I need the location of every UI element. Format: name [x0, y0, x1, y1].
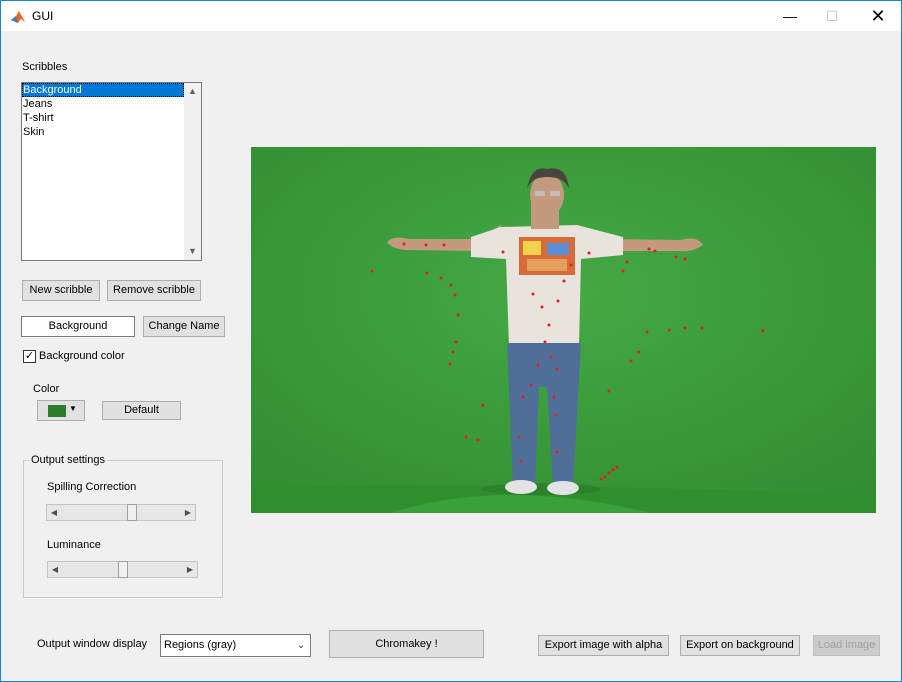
background-color-checkbox[interactable]: ✓ — [23, 350, 36, 363]
close-button[interactable]: ✕ — [855, 1, 901, 31]
title-bar: GUI — ☐ ✕ — [1, 1, 901, 31]
output-display-value: Regions (gray) — [164, 639, 237, 651]
app-window: GUI — ☐ ✕ Scribbles Background Jeans T-s… — [0, 0, 902, 682]
change-name-button[interactable]: Change Name — [143, 316, 225, 337]
listbox-scrollbar[interactable]: ▲ ▼ — [184, 83, 201, 260]
color-label: Color — [33, 383, 60, 395]
scribble-name-field[interactable]: Background — [21, 316, 135, 337]
default-color-button[interactable]: Default — [102, 401, 181, 420]
arrow-left-icon[interactable]: ◀ — [48, 562, 62, 577]
minimize-button[interactable]: — — [767, 1, 813, 31]
background-color-label: Background color — [39, 350, 125, 362]
scroll-down-icon[interactable]: ▼ — [184, 243, 201, 260]
chevron-down-icon[interactable]: ⌄ — [292, 635, 310, 656]
list-item[interactable]: Background — [22, 83, 184, 97]
export-background-button[interactable]: Export on background — [680, 635, 800, 656]
arrow-right-icon[interactable]: ▶ — [183, 562, 197, 577]
new-scribble-button[interactable]: New scribble — [22, 280, 100, 301]
slider-thumb[interactable] — [127, 504, 137, 521]
scribbles-label: Scribbles — [22, 61, 68, 73]
image-viewer[interactable] — [251, 147, 876, 513]
luminance-label: Luminance — [47, 539, 101, 551]
spilling-correction-slider[interactable]: ◀ ▶ — [46, 504, 196, 521]
spilling-correction-label: Spilling Correction — [47, 481, 137, 493]
chromakey-button[interactable]: Chromakey ! — [329, 630, 484, 658]
scribbles-listbox[interactable]: Background Jeans T-shirt Skin ▲ ▼ — [21, 82, 202, 261]
color-swatch — [48, 405, 66, 417]
chevron-down-icon: ▼ — [69, 404, 77, 413]
output-display-select[interactable]: Regions (gray) ⌄ — [160, 634, 311, 657]
list-item[interactable]: Skin — [22, 125, 184, 139]
remove-scribble-button[interactable]: Remove scribble — [107, 280, 201, 301]
slider-thumb[interactable] — [117, 561, 128, 578]
green-screen-photo — [251, 147, 876, 513]
output-window-display-label: Output window display — [37, 638, 148, 650]
output-settings-title: Output settings — [29, 454, 107, 466]
luminance-slider[interactable]: ◀ ▶ — [47, 561, 198, 578]
list-item[interactable]: Jeans — [22, 97, 184, 111]
scroll-up-icon[interactable]: ▲ — [184, 83, 201, 100]
window-title: GUI — [32, 9, 54, 23]
list-item[interactable]: T-shirt — [22, 111, 184, 125]
export-alpha-button[interactable]: Export image with alpha — [538, 635, 669, 656]
maximize-button[interactable]: ☐ — [809, 1, 855, 31]
color-picker-button[interactable]: ▼ — [37, 400, 85, 421]
arrow-left-icon[interactable]: ◀ — [47, 505, 61, 520]
load-image-button: Load image — [813, 635, 880, 656]
arrow-right-icon[interactable]: ▶ — [181, 505, 195, 520]
matlab-icon — [10, 9, 26, 25]
